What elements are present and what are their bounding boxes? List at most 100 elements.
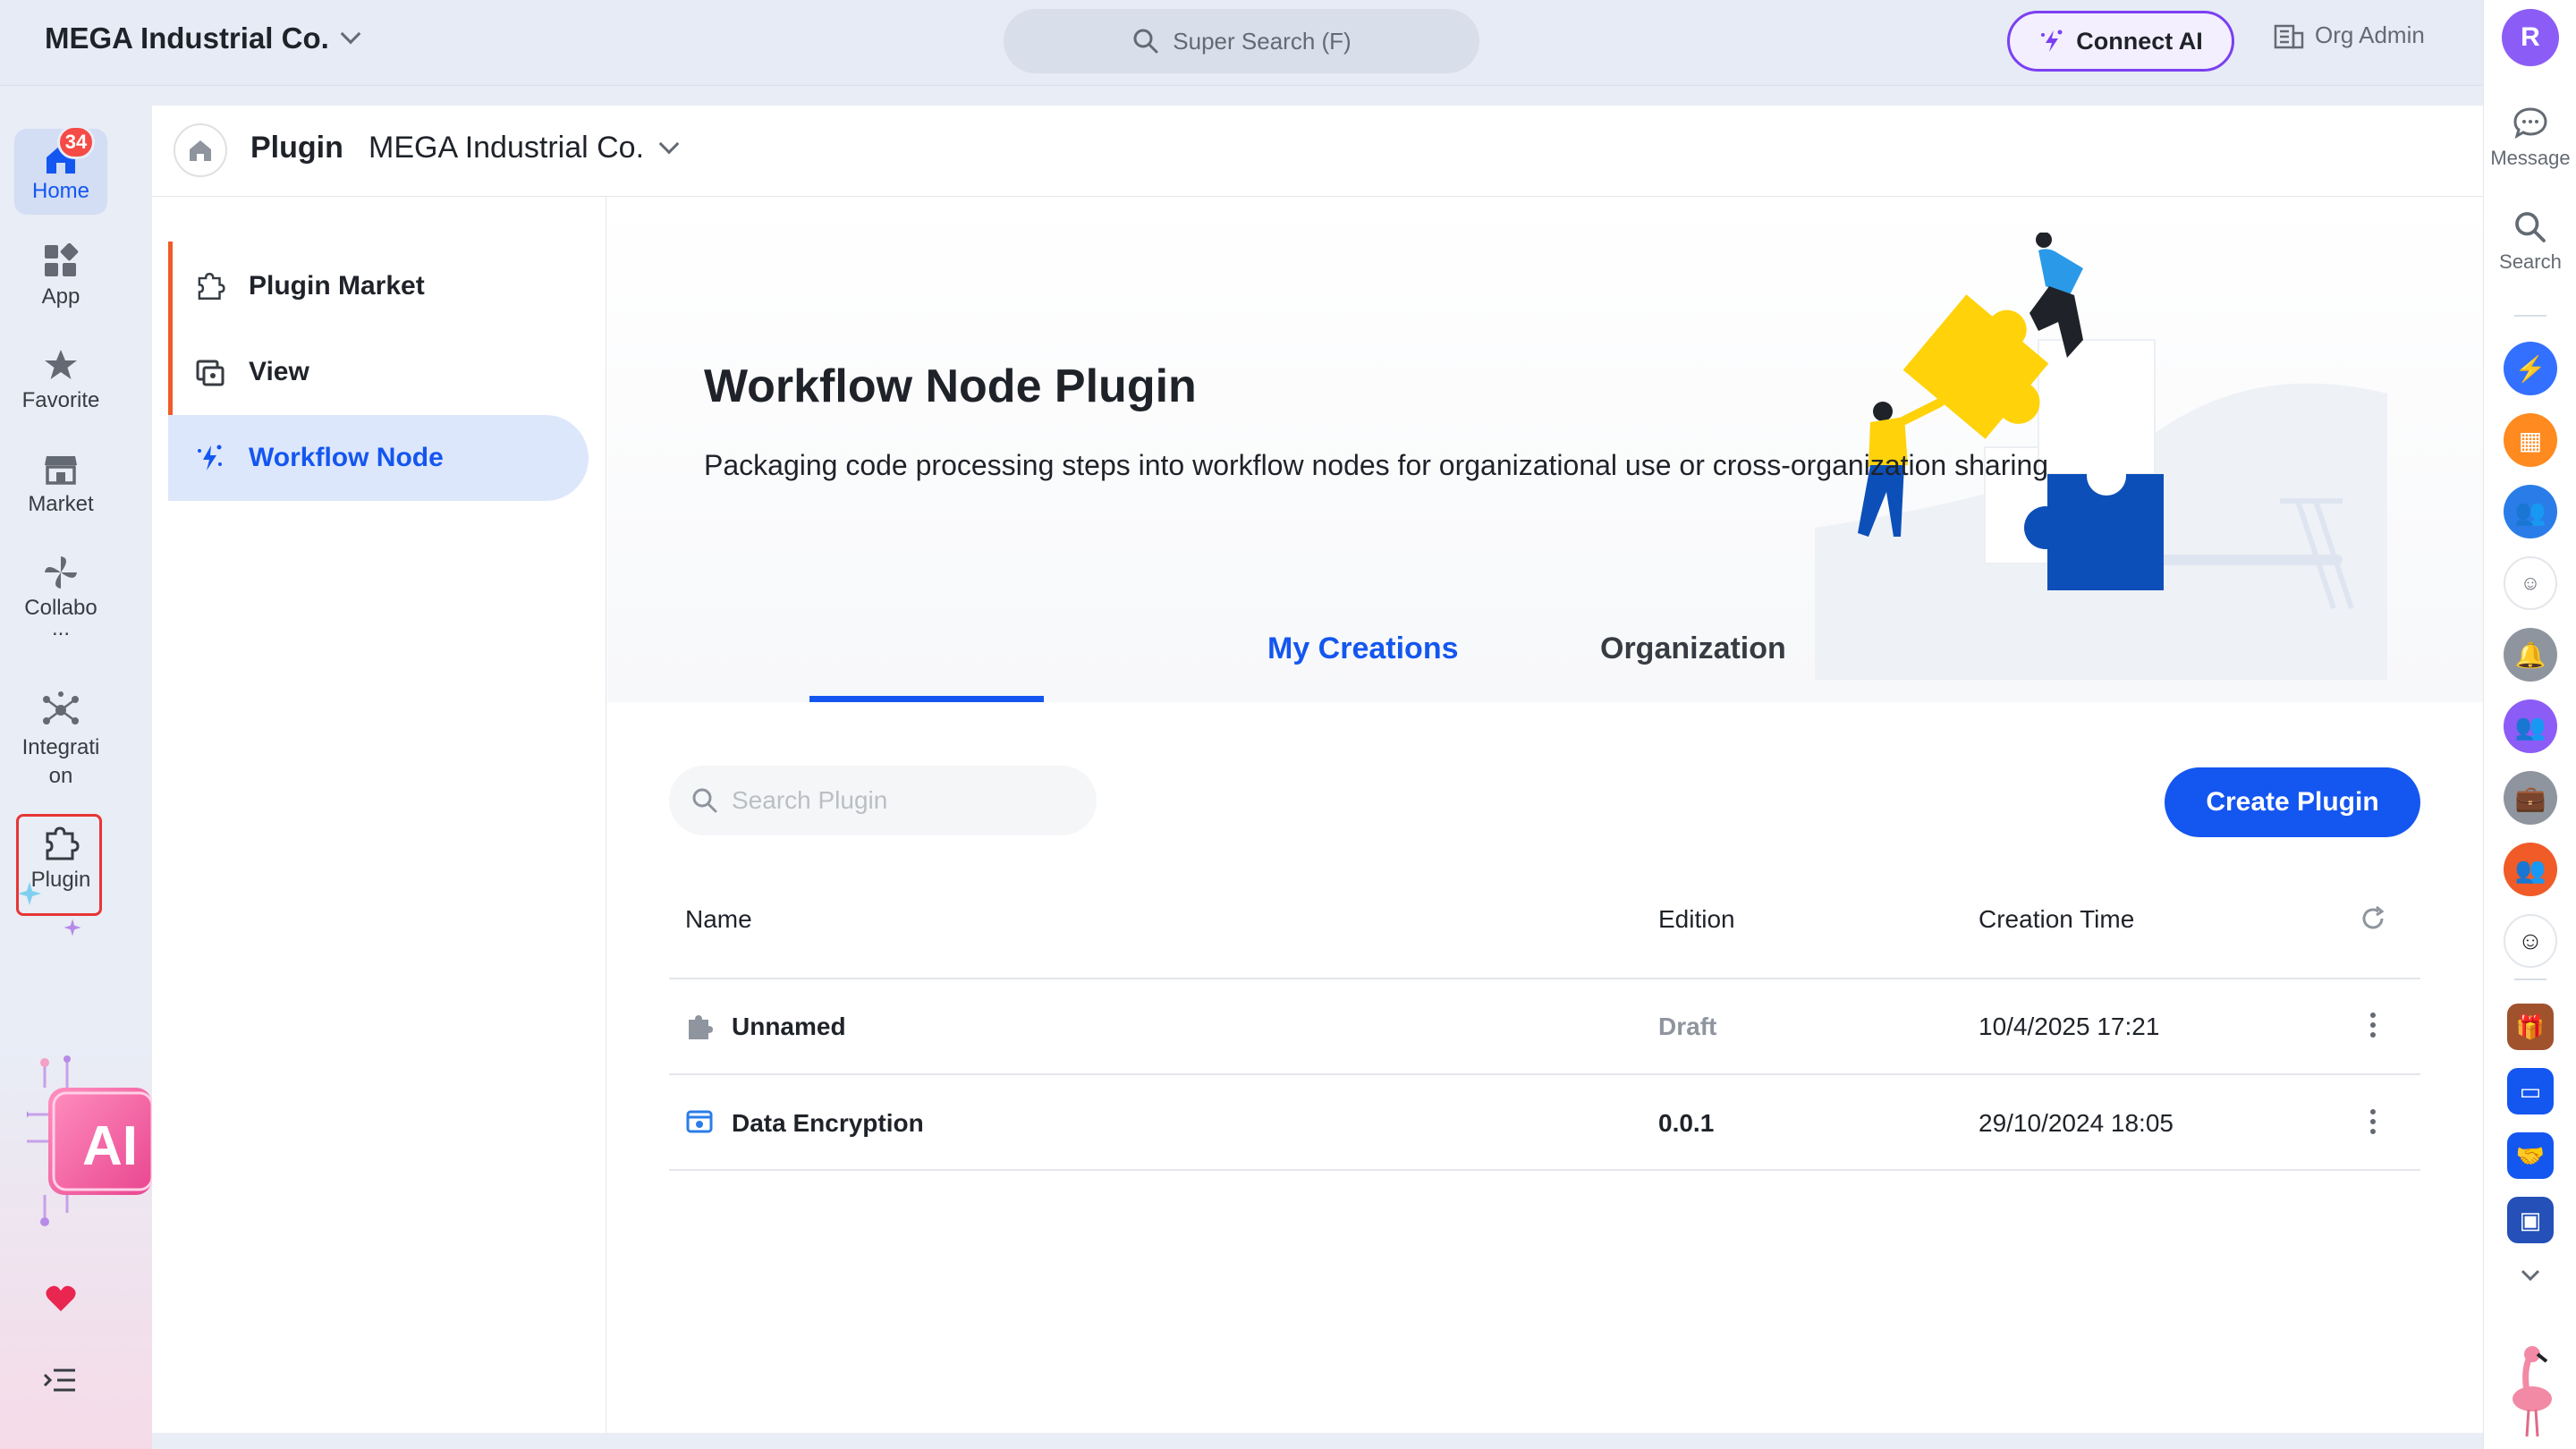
super-search-bar[interactable]: Super Search (F) [1004, 9, 1479, 73]
nav-favorite-label: Favorite [21, 388, 100, 412]
chevron-down-icon [658, 133, 680, 154]
org-switcher[interactable]: MEGA Industrial Co. [45, 21, 361, 55]
nav-integration-label: Integrati [21, 735, 100, 759]
rail-message-label: Message [2490, 147, 2571, 169]
star-icon [45, 350, 77, 379]
view-icon [196, 360, 225, 386]
search-plugin-input[interactable]: Search Plugin [669, 766, 1097, 835]
profile-avatar-icon[interactable]: ☺ [2504, 914, 2557, 968]
left-rail: Home 34 App Favorite Market Collabo ... … [0, 86, 154, 1449]
search-plugin-placeholder: Search Plugin [732, 786, 888, 814]
plugin-icon [46, 826, 80, 860]
plugin-name[interactable]: Data Encryption [732, 1109, 924, 1138]
nav-home-label: Home [31, 179, 90, 203]
plugin-created: 10/4/2025 17:21 [1979, 1013, 2160, 1040]
presentation-app-icon[interactable]: ▭ [2507, 1068, 2554, 1114]
ai-chip-label: AI [82, 1115, 138, 1177]
search-icon [1133, 29, 1158, 54]
group-avatars-icon[interactable]: ☺ [2504, 556, 2557, 610]
hero-title: Workflow Node Plugin [704, 360, 1197, 412]
main-panel: Plugin MEGA Industrial Co. Plugin Market… [152, 106, 2483, 1433]
top-bar: MEGA Industrial Co. Super Search (F) Con… [0, 0, 2483, 86]
super-search-label: Super Search (F) [1173, 27, 1352, 55]
flamingo-mascot-icon[interactable] [2500, 1342, 2561, 1440]
workflow-icon [198, 445, 222, 470]
notification-badge: 34 [57, 125, 95, 159]
tab-my-creations[interactable]: My Creations [1267, 631, 1459, 666]
breadcrumb-org-switcher[interactable]: MEGA Industrial Co. [369, 131, 680, 165]
page-title: Plugin [250, 131, 343, 165]
bottom-strip [152, 1433, 2483, 1449]
hero-banner: Workflow Node Plugin Packaging code proc… [607, 197, 2483, 702]
column-header-edition: Edition [1658, 905, 1735, 933]
create-plugin-button[interactable]: Create Plugin [2165, 767, 2420, 837]
org-admin-link[interactable]: Org Admin [2274, 21, 2425, 49]
hero-description: Packaging code processing steps into wor… [704, 449, 2049, 481]
more-options-icon[interactable] [2370, 1109, 2376, 1139]
group-chat-app-icon[interactable]: 👥 [2504, 843, 2557, 896]
home-icon [190, 140, 211, 161]
workspace-grid-app-icon[interactable]: ▦ [2504, 413, 2557, 467]
table-divider [669, 1169, 2420, 1171]
team-app-icon[interactable]: 👥 [2504, 699, 2557, 753]
column-header-name: Name [685, 905, 752, 933]
rail-divider [2514, 315, 2546, 317]
plugin-edition: 0.0.1 [1658, 1109, 1715, 1137]
sparkle-bolt-icon [2041, 30, 2063, 52]
nav-integration[interactable]: Integrati on [14, 691, 107, 789]
nav-integration-label-2: on [48, 764, 73, 788]
nav-app[interactable]: App [14, 243, 107, 309]
chevron-down-icon [340, 23, 361, 45]
sparkle-small-icon [64, 919, 81, 936]
connect-ai-button[interactable]: Connect AI [2007, 11, 2234, 72]
org-admin-label: Org Admin [2315, 21, 2425, 48]
nav-market[interactable]: Market [14, 451, 107, 517]
org-name: MEGA Industrial Co. [45, 21, 329, 55]
connect-ai-label: Connect AI [2076, 27, 2203, 55]
briefcase-app-icon[interactable]: 💼 [2504, 771, 2557, 825]
sparkle-icon [18, 882, 41, 905]
user-avatar[interactable]: R [2502, 9, 2559, 66]
contacts-app-icon[interactable]: 👥 [2504, 485, 2557, 538]
sub-nav-plugin-market[interactable]: Plugin Market [168, 243, 589, 329]
plugin-name[interactable]: Unnamed [732, 1013, 846, 1041]
building-icon [2274, 24, 2304, 48]
tab-organization[interactable]: Organization [1600, 631, 1786, 666]
search-icon [2515, 212, 2546, 242]
pinwheel-icon [45, 556, 77, 589]
rail-search[interactable]: Search [2484, 209, 2576, 274]
message-icon [2513, 107, 2547, 140]
plugin-icon [198, 273, 225, 300]
breadcrumb-home-button[interactable] [174, 123, 227, 177]
heart-icon[interactable] [45, 1284, 77, 1313]
right-rail: R Message Search ⚡ ▦ 👥 ☺ 🔔 👥 💼 👥 ☺ 🎁 ▭ 🤝… [2483, 0, 2576, 1449]
ai-assistant-app-icon[interactable]: ⚡ [2504, 342, 2557, 395]
sub-nav-label: Workflow Node [249, 443, 444, 472]
wallet-app-icon[interactable]: ▣ [2507, 1197, 2554, 1243]
rail-divider [2514, 979, 2546, 980]
nav-collabo-ellipsis: ... [51, 616, 70, 640]
plugin-edition: Draft [1658, 1013, 1717, 1040]
nav-app-label: App [41, 284, 80, 309]
nav-collabo[interactable]: Collabo ... [14, 555, 107, 640]
gift-app-icon[interactable]: 🎁 [2507, 1004, 2554, 1050]
ai-promo-graphic[interactable]: AI [21, 1052, 154, 1258]
sub-nav-view[interactable]: View [168, 329, 589, 415]
collapse-menu-icon[interactable] [43, 1367, 77, 1394]
bell-app-icon[interactable]: 🔔 [2504, 628, 2557, 682]
rail-search-label: Search [2499, 250, 2562, 273]
refresh-icon[interactable] [2360, 905, 2386, 932]
nav-market-label: Market [28, 492, 94, 516]
sub-nav-workflow-node[interactable]: Workflow Node [168, 415, 589, 501]
puzzle-piece-icon [689, 1015, 713, 1039]
data-encryption-icon [686, 1110, 713, 1133]
more-options-icon[interactable] [2370, 1013, 2376, 1042]
plugin-sub-nav: Plugin Market View Workflow Node [152, 197, 606, 1433]
rail-message[interactable]: Message [2484, 106, 2576, 170]
search-icon [692, 788, 717, 813]
sub-nav-label: Plugin Market [249, 271, 425, 301]
nav-favorite[interactable]: Favorite [14, 347, 107, 413]
chevron-down-icon[interactable] [2520, 1268, 2541, 1283]
table-divider [669, 1073, 2420, 1075]
handshake-app-icon[interactable]: 🤝 [2507, 1132, 2554, 1179]
